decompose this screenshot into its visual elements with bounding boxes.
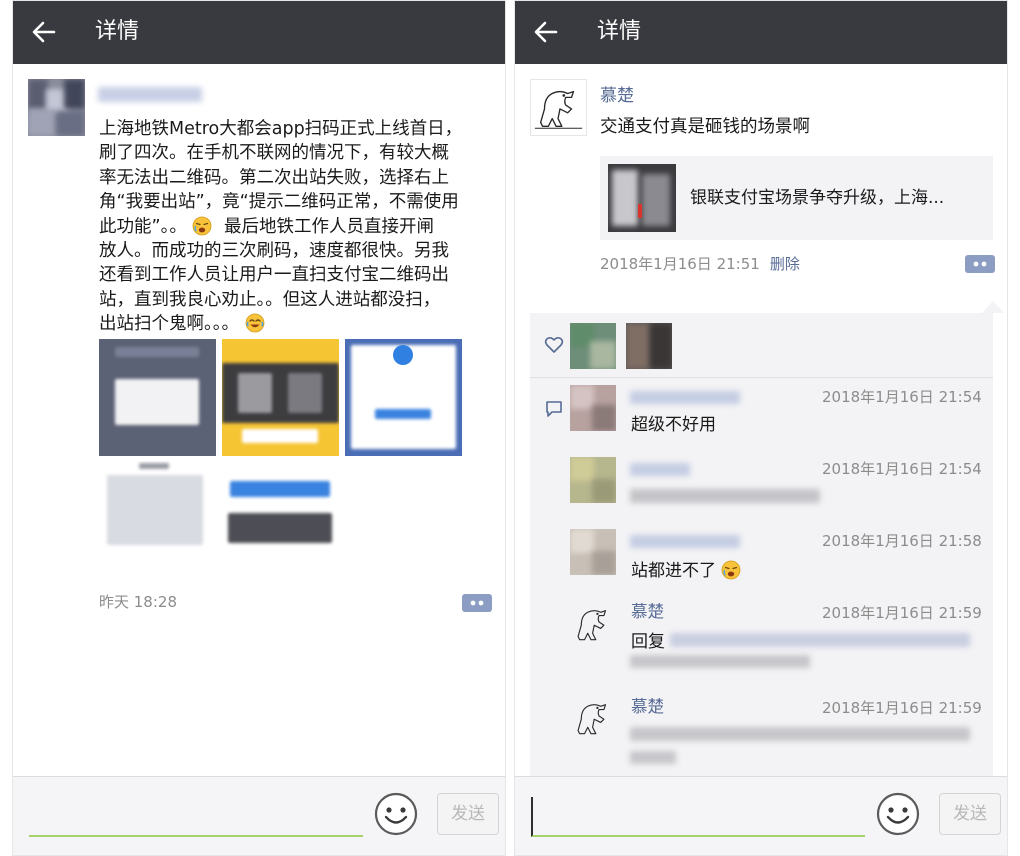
post-text: 上海地铁Metro大都会app扫码正式上线首日， 刷了四次。在手机不联网的情况下… [99, 117, 494, 337]
heart-icon [544, 336, 564, 353]
shared-link-card[interactable]: 银联支付宝场景争夺升级，上海... [600, 156, 993, 240]
comment-text: 回复 [631, 632, 665, 652]
commenter-name-blurred[interactable] [630, 461, 690, 479]
send-button[interactable]: 发送 [939, 793, 1001, 835]
weary-face-emoji [193, 216, 212, 236]
weary-face-emoji [722, 560, 741, 580]
comment-time: 2018年1月16日 21:58 [822, 532, 982, 550]
commenter-avatar[interactable] [570, 385, 616, 431]
commenter-avatar[interactable] [570, 457, 616, 503]
comment-input[interactable] [29, 797, 363, 837]
comment-text-segment: 站都进不了 [631, 561, 716, 581]
post-text-line: 放人。而成功的三次刷码，速度都很快。另我 [99, 241, 449, 262]
post-image-1[interactable] [99, 339, 216, 456]
commenter-name-blurred[interactable] [630, 533, 740, 551]
smiley-icon[interactable] [373, 791, 419, 837]
right-moment-detail-screen: 详情 慕楚 交通支付真是砸钱的场景啊 银联支付宝场景争夺升级，上海... 201… [514, 0, 1008, 856]
left-moment-detail-screen: 详情 上海地铁Metro大都会app扫码正式上线首日， 刷了四次。在手机不联网的… [12, 0, 506, 856]
comment-icon [546, 401, 562, 417]
post-text-line: 还看到工作人员让用户一直扫支付宝二维码出 [99, 265, 449, 286]
interaction-caret [982, 301, 1004, 313]
page-title: 详情 [95, 19, 140, 44]
post-image-2[interactable] [222, 339, 339, 456]
likes-divider [530, 377, 993, 378]
comment-time: 2018年1月16日 21:59 [822, 699, 982, 717]
post-text: 交通支付真是砸钱的场景啊 [600, 117, 810, 137]
comment-time: 2018年1月16日 21:54 [822, 460, 982, 478]
top-nav-bar: 详情 [13, 1, 505, 64]
post-text-line: 此功能”。。 最后地铁工作人员直接开闸 [99, 215, 494, 239]
commenter-name-blurred[interactable] [630, 389, 740, 407]
commenter-name[interactable]: 慕楚 [631, 696, 664, 718]
comment-more-icon[interactable] [462, 593, 492, 613]
author-name-blurred[interactable] [98, 85, 202, 105]
dinosaur-avatar[interactable] [570, 695, 616, 741]
tears-of-joy-emoji [245, 313, 264, 333]
post-image-4[interactable] [99, 461, 216, 578]
liker-avatar[interactable] [570, 323, 616, 369]
back-arrow-icon[interactable] [533, 19, 559, 45]
comment-time: 2018年1月16日 21:54 [822, 388, 982, 406]
comment-text-blurred [630, 725, 970, 769]
commenter-avatar[interactable] [570, 529, 616, 575]
link-title: 银联支付宝场景争夺升级，上海... [690, 188, 945, 208]
post-text-line: 角“我要出站”，竟“提示二维码正常，不需使用 [99, 192, 459, 213]
post-image-5[interactable] [222, 461, 339, 578]
smiley-icon[interactable] [875, 791, 921, 837]
post-meta: 2018年1月16日 21:51 删除 [600, 254, 800, 274]
comment-input[interactable] [531, 797, 865, 837]
comment-more-icon[interactable] [965, 254, 995, 274]
commenter-name[interactable]: 慕楚 [631, 601, 664, 623]
comment-text-blurred [630, 631, 970, 671]
top-nav-bar: 详情 [515, 1, 1007, 64]
post-text-line: 站，直到我良心劝止。。但这人进站都没扫， [99, 289, 441, 310]
dinosaur-avatar[interactable] [570, 601, 616, 647]
post-text-segment: 此功能”。。 [99, 216, 187, 237]
post-text-line: 上海地铁Metro大都会app扫码正式上线首日， [99, 119, 463, 139]
post-text-segment: 最后地铁工作人员直接开闸 [223, 216, 434, 237]
back-arrow-icon[interactable] [31, 19, 57, 45]
post-text-segment: 出站扫个鬼啊。。。 [99, 314, 239, 335]
post-time: 2018年1月16日 21:51 [600, 255, 760, 273]
comment-time: 2018年1月16日 21:59 [822, 604, 982, 622]
comment-text: 超级不好用 [631, 415, 716, 435]
post-text-line: 出站扫个鬼啊。。。 [99, 312, 494, 336]
send-button[interactable]: 发送 [437, 793, 499, 835]
post-text-line: 刷了四次。在手机不联网的情况下，有较大概 [99, 143, 449, 164]
author-name[interactable]: 慕楚 [600, 85, 634, 107]
comment-text-blurred [630, 487, 820, 505]
liker-avatar[interactable] [626, 323, 672, 369]
comment-text: 站都进不了 [631, 559, 741, 583]
dinosaur-avatar[interactable] [530, 79, 587, 136]
post-time: 昨天 18:28 [99, 593, 177, 611]
page-title: 详情 [597, 19, 642, 44]
author-avatar[interactable] [28, 79, 85, 136]
comment-input-bar: 发送 [515, 776, 1007, 855]
delete-link[interactable]: 删除 [770, 255, 800, 273]
comment-input-bar: 发送 [13, 776, 505, 855]
interaction-panel: 2018年1月16日 21:54 超级不好用 2018年1月16日 21:54 … [530, 313, 993, 779]
post-text-line: 率无法出二维码。第二次出站失败，选择右上 [99, 167, 449, 188]
link-thumbnail [608, 164, 676, 232]
post-image-3[interactable] [345, 339, 462, 456]
